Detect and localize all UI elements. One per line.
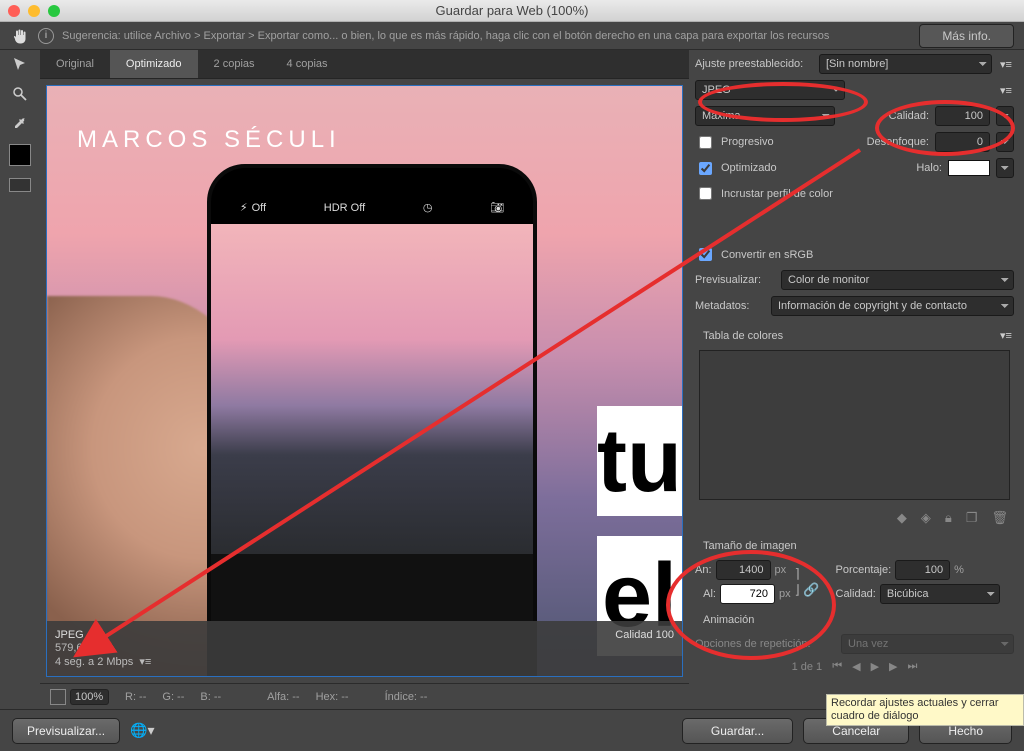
preview-quality: Calidad 100 [615, 629, 674, 641]
color-table [699, 350, 1010, 500]
camera-icon: 📷︎ [490, 201, 504, 214]
quality-label: Calidad: [889, 110, 929, 122]
more-info-button[interactable]: Más info. [919, 24, 1014, 48]
al-label: Al: [695, 588, 716, 600]
halo-label: Halo: [916, 162, 942, 174]
format-select[interactable]: JPEG [695, 80, 845, 100]
metadatos-label: Metadatos: [695, 300, 765, 312]
tool-strip [0, 50, 40, 709]
palette-new-icon[interactable]: ❐ [966, 510, 978, 526]
preview-status: JPEG Calidad 100 579,6 KB 4 seg. a 2 Mbp… [47, 621, 682, 676]
interp-select[interactable]: Bicúbica [880, 584, 1000, 604]
zoom-tool-icon[interactable] [8, 84, 32, 104]
interp-label: Calidad: [836, 588, 876, 600]
desenfoque-stepper[interactable] [996, 132, 1014, 152]
window-titlebar: Guardar para Web (100%) [0, 0, 1024, 22]
preview-text-tu: tu [597, 406, 682, 516]
halo-swatch[interactable] [948, 160, 990, 176]
preview-tabs: Original Optimizado 2 copias 4 copias [40, 50, 689, 79]
timer-icon: ◷ [423, 201, 433, 214]
palette-lock-icon[interactable]: 🔒︎ [945, 510, 952, 526]
progresivo-checkbox[interactable]: Progresivo [695, 133, 774, 152]
desenfoque-label: Desenfoque: [867, 136, 929, 148]
format-flyout-icon[interactable]: ▾≡ [998, 84, 1014, 97]
flash-icon: ⚡︎ Off [240, 201, 266, 214]
foreground-swatch[interactable] [9, 144, 31, 166]
tab-2copias[interactable]: 2 copias [198, 50, 271, 78]
anim-title: Animación [695, 610, 1014, 628]
anim-first-icon: ⏮ [832, 660, 842, 673]
info-index: Índice: -- [385, 691, 428, 703]
metadatos-select[interactable]: Información de copyright y de contacto [771, 296, 1014, 316]
palette-eyedropper-icon[interactable]: ◆ [897, 510, 907, 526]
halo-select[interactable] [996, 158, 1014, 178]
previsualizar-select[interactable]: Color de monitor [781, 270, 1014, 290]
preset-select[interactable]: [Sin nombre] [819, 54, 992, 74]
palette-cube-icon[interactable]: ◈ [921, 510, 931, 526]
srgb-checkbox[interactable]: Convertir en sRGB [695, 245, 813, 264]
preset-label: Ajuste preestablecido: [695, 58, 813, 70]
settings-panel: Ajuste preestablecido: [Sin nombre] ▾≡ J… [689, 50, 1024, 709]
tab-optimizado[interactable]: Optimizado [110, 50, 198, 78]
preview-format: JPEG [55, 629, 84, 641]
anim-next-icon: ▶ [889, 660, 897, 673]
quality-input[interactable] [935, 106, 990, 126]
eyedropper-tool-icon[interactable] [8, 114, 32, 134]
hint-text: Sugerencia: utilice Archivo > Exportar >… [62, 30, 911, 42]
preview-time: 4 seg. a 2 Mbps [55, 656, 133, 668]
slice-visibility-toggle[interactable] [9, 178, 31, 192]
tam-title: Tamaño de imagen [695, 536, 1014, 554]
preview-watermark: MARCOS SÉCULI [77, 126, 341, 154]
percent-input[interactable] [895, 560, 950, 580]
link-dimensions-icon[interactable]: ⌉⌋ 🔗 [795, 566, 820, 598]
hand-tool-icon[interactable] [10, 26, 30, 46]
desenfoque-input[interactable] [935, 132, 990, 152]
hdr-label: HDR Off [324, 202, 365, 214]
pct-label: Porcentaje: [836, 564, 892, 576]
hint-bar: i Sugerencia: utilice Archivo > Exportar… [0, 22, 1024, 50]
info-hex: Hex: -- [316, 691, 349, 703]
tabla-flyout-icon[interactable]: ▾≡ [998, 329, 1014, 342]
zoom-fit-icon[interactable] [50, 689, 66, 705]
info-r: R: -- [125, 691, 146, 703]
an-label: An: [695, 564, 712, 576]
info-icon: i [38, 28, 54, 44]
tabla-title: Tabla de colores [695, 326, 783, 344]
info-b: B: -- [200, 691, 221, 703]
quality-stepper[interactable] [996, 106, 1014, 126]
previsualizar-button[interactable]: Previsualizar... [12, 718, 120, 744]
previsualizar-label: Previsualizar: [695, 274, 775, 286]
anim-last-icon: ⏭ [908, 660, 918, 673]
browser-icon[interactable]: 🌐▾ [130, 722, 154, 739]
frame-counter: 1 de 1 [792, 661, 823, 673]
anim-play-icon: ▶ [871, 660, 879, 673]
image-preview[interactable]: MARCOS SÉCULI ⚡︎ Off HDR Off ◷ 📷︎ tu el [46, 85, 683, 677]
height-input[interactable] [720, 584, 775, 604]
width-input[interactable] [716, 560, 771, 580]
zoom-select[interactable]: 100% [70, 689, 109, 705]
info-alfa: Alfa: -- [267, 691, 299, 703]
info-g: G: -- [162, 691, 184, 703]
quality-preset-select[interactable]: Máxima [695, 106, 835, 126]
rep-label: Opciones de repetición: [695, 638, 835, 650]
tooltip: Recordar ajustes actuales y cerrar cuadr… [826, 694, 1024, 726]
preset-flyout-icon[interactable]: ▾≡ [998, 58, 1014, 71]
pointer-tool-icon[interactable] [8, 54, 32, 74]
perfil-checkbox[interactable]: Incrustar perfil de color [695, 184, 833, 203]
window-title: Guardar para Web (100%) [0, 3, 1024, 18]
info-bar: 100% R: -- G: -- B: -- Alfa: -- Hex: -- … [40, 683, 689, 709]
anim-prev-icon: ◀ [852, 660, 860, 673]
rep-select: Una vez [841, 634, 1014, 654]
palette-trash-icon[interactable]: 🗑︎ [991, 510, 1008, 526]
guardar-button[interactable]: Guardar... [682, 718, 793, 744]
tab-4copias[interactable]: 4 copias [271, 50, 344, 78]
optimizado-checkbox[interactable]: Optimizado [695, 159, 777, 178]
color-table-icons: ◆ ◈ 🔒︎ ❐ 🗑︎ [695, 506, 1014, 530]
preview-size: 579,6 KB [55, 642, 674, 654]
preview-flyout-icon[interactable]: ▾≡ [139, 656, 151, 668]
tab-original[interactable]: Original [40, 50, 110, 78]
preview-phone: ⚡︎ Off HDR Off ◷ 📷︎ [207, 164, 537, 677]
